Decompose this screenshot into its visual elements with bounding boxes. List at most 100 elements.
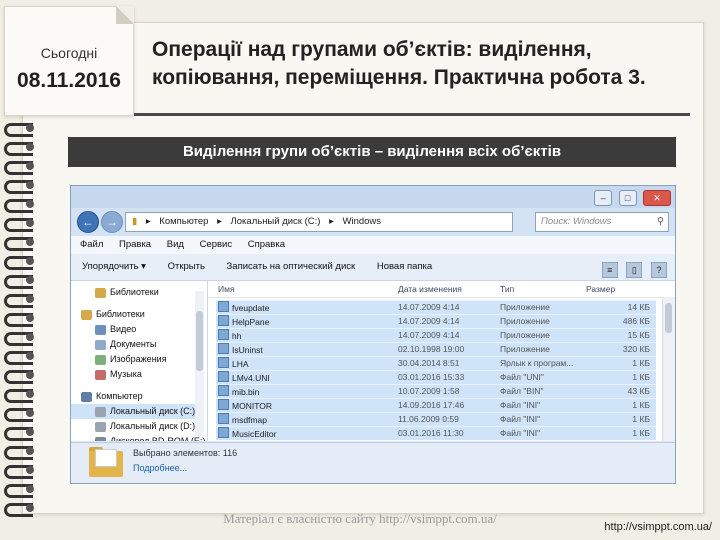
file-row[interactable]: MusicEditor 03.01.2016 11:30 Файл "INI" 1 К… bbox=[216, 426, 656, 440]
file-row[interactable]: LMv4.UNI 03.01.2016 15:33 Файл "UNI" 1 КБ bbox=[216, 370, 656, 384]
nav-item[interactable]: Библиотеки bbox=[71, 285, 195, 300]
file-type: Файл "BIN" bbox=[500, 386, 544, 396]
nav-scroll-thumb[interactable] bbox=[196, 311, 203, 371]
file-row[interactable]: LHA 30.04.2014 8:51 Ярлык к програм... 1 КБ bbox=[216, 356, 656, 370]
file-icon bbox=[218, 315, 229, 326]
file-size: 320 КБ bbox=[622, 344, 650, 354]
folder-icon: ▮ bbox=[132, 216, 138, 227]
column-type[interactable]: Тип bbox=[500, 281, 514, 297]
new-folder-button[interactable]: Новая папка bbox=[377, 261, 432, 272]
preview-pane-icon[interactable]: ▯ bbox=[626, 262, 643, 278]
selection-count: Выбрано элементов: 116 bbox=[133, 448, 238, 458]
minimize-button[interactable]: – bbox=[594, 190, 613, 206]
nav-item[interactable]: Локальный диск (D:) bbox=[71, 419, 195, 434]
file-size: 14 КБ bbox=[627, 302, 650, 312]
search-input[interactable]: Поиск: Windows ⚲ bbox=[535, 212, 669, 232]
organize-button[interactable]: Упорядочить ▾ bbox=[82, 261, 146, 272]
nav-item[interactable]: Музыка bbox=[71, 367, 195, 382]
file-name: IsUninst bbox=[218, 343, 263, 357]
images-icon bbox=[95, 354, 106, 365]
file-row[interactable]: hh 14.07.2009 4:14 Приложение 15 КБ bbox=[216, 328, 656, 342]
breadcrumb-computer[interactable]: Компьютер bbox=[159, 216, 208, 227]
spiral-ring bbox=[2, 386, 42, 404]
file-name: hh bbox=[218, 329, 241, 343]
file-name: MusicEditor bbox=[218, 427, 276, 441]
column-size[interactable]: Размер bbox=[586, 281, 615, 297]
address-bar[interactable]: ▮ ▸ Компьютер ▸ Локальный диск (C:) ▸ Wi… bbox=[125, 212, 513, 232]
nav-scrollbar[interactable] bbox=[195, 291, 204, 436]
menu-edit[interactable]: Правка bbox=[119, 239, 151, 250]
menu-bar: Файл Правка Вид Сервис Справка bbox=[71, 236, 675, 254]
address-separator: ▸ bbox=[329, 216, 334, 227]
spiral-ring bbox=[2, 462, 42, 480]
spiral-ring bbox=[2, 443, 42, 461]
spiral-ring bbox=[2, 481, 42, 499]
file-row[interactable]: fveupdate 14.07.2009 4:14 Приложение 14 КБ bbox=[216, 300, 656, 314]
file-name: MONITOR bbox=[218, 399, 272, 413]
nav-item[interactable]: Изображения bbox=[71, 352, 195, 367]
menu-file[interactable]: Файл bbox=[80, 239, 103, 250]
file-row[interactable]: IsUninst 02.10.1998 19:00 Приложение 320 КБ bbox=[216, 342, 656, 356]
file-scrollbar[interactable] bbox=[662, 297, 675, 441]
menu-view[interactable]: Вид bbox=[167, 239, 184, 250]
details-pane: Выбрано элементов: 116 Подробнее... bbox=[71, 442, 675, 483]
file-icon bbox=[218, 371, 229, 382]
spiral-ring bbox=[2, 272, 42, 290]
column-date[interactable]: Дата изменения bbox=[398, 281, 462, 297]
file-name: mib.bin bbox=[218, 385, 259, 399]
menu-help[interactable]: Справка bbox=[248, 239, 285, 250]
nav-item-label: Локальный диск (C:) bbox=[110, 406, 196, 416]
folder-icon bbox=[89, 447, 123, 477]
nav-item[interactable]: Дисковод BD-ROM (E:) bbox=[71, 434, 205, 441]
file-name: LHA bbox=[218, 357, 249, 371]
back-button[interactable]: ← bbox=[77, 211, 99, 233]
file-size: 1 КБ bbox=[632, 414, 650, 424]
file-date: 11.06.2009 0:59 bbox=[398, 414, 459, 424]
spiral-ring bbox=[2, 253, 42, 271]
breadcrumb-windows[interactable]: Windows bbox=[343, 216, 382, 227]
file-type: Файл "UNI" bbox=[500, 372, 544, 382]
view-options-icon[interactable]: ≡ bbox=[601, 262, 618, 278]
file-scroll-thumb[interactable] bbox=[665, 303, 672, 333]
file-size: 1 КБ bbox=[632, 400, 650, 410]
spiral-ring bbox=[2, 139, 42, 157]
file-row[interactable]: mib.bin 10.07.2009 1:58 Файл "BIN" 43 КБ bbox=[216, 384, 656, 398]
search-icon: ⚲ bbox=[657, 216, 664, 227]
search-placeholder: Поиск: Windows bbox=[541, 216, 612, 227]
forward-button[interactable]: → bbox=[101, 211, 123, 233]
more-details-link[interactable]: Подробнее... bbox=[133, 463, 187, 473]
menu-tools[interactable]: Сервис bbox=[200, 239, 233, 250]
file-size: 486 КБ bbox=[622, 316, 650, 326]
site-url[interactable]: http://vsimppt.com.ua/ bbox=[604, 521, 712, 533]
spiral-ring bbox=[2, 177, 42, 195]
nav-item-label: Библиотеки bbox=[96, 309, 145, 319]
column-name[interactable]: Имя bbox=[218, 281, 235, 297]
disc-drive-icon bbox=[95, 436, 106, 441]
navigation-pane: Библиотеки Библиотеки Видео Документы Изобра… bbox=[71, 281, 208, 441]
disk-icon bbox=[95, 406, 106, 417]
date-note-fold bbox=[116, 6, 134, 24]
spiral-ring bbox=[2, 215, 42, 233]
file-row[interactable]: msdfmap 11.06.2009 0:59 Файл "INI" 1 КБ bbox=[216, 412, 656, 426]
nav-item[interactable]: Локальный диск (C:) bbox=[71, 404, 195, 419]
nav-item[interactable]: Документы bbox=[71, 337, 195, 352]
spiral-ring bbox=[2, 310, 42, 328]
nav-item[interactable]: Библиотеки bbox=[71, 307, 195, 322]
maximize-button[interactable]: □ bbox=[618, 190, 637, 206]
file-icon bbox=[218, 343, 229, 354]
file-icon bbox=[218, 301, 229, 312]
file-name: msdfmap bbox=[218, 413, 267, 427]
breadcrumb-disk-c[interactable]: Локальный диск (C:) bbox=[231, 216, 321, 227]
address-separator: ▸ bbox=[217, 216, 222, 227]
nav-item[interactable]: Компьютер bbox=[71, 389, 195, 404]
file-row[interactable]: MONITOR 14.09.2016 17:46 Файл "INI" 1 КБ bbox=[216, 398, 656, 412]
nav-item[interactable]: Видео bbox=[71, 322, 195, 337]
notebook-spiral bbox=[2, 120, 42, 520]
help-icon[interactable]: ? bbox=[651, 262, 667, 278]
file-row[interactable]: HelpPane 14.07.2009 4:14 Приложение 486 КБ bbox=[216, 314, 656, 328]
burn-disc-button[interactable]: Записать на оптический диск bbox=[227, 261, 356, 272]
close-button[interactable]: ✕ bbox=[643, 190, 671, 206]
window-buttons: – □ ✕ bbox=[592, 188, 671, 206]
open-button[interactable]: Открыть bbox=[168, 261, 205, 272]
slide-subtitle: Виділення групи об’єктів – виділення всі… bbox=[68, 137, 676, 167]
